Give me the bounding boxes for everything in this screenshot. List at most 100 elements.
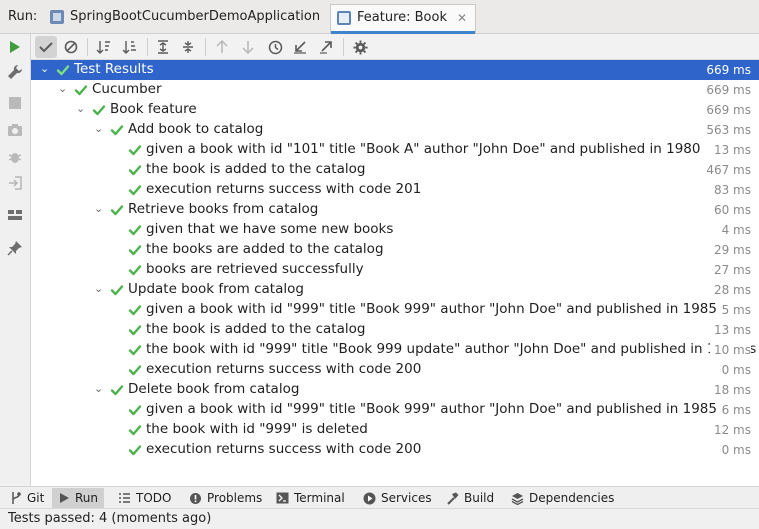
- tool-window-run[interactable]: Run: [52, 488, 105, 508]
- passed-check-icon: [92, 103, 106, 117]
- login-icon[interactable]: [4, 172, 26, 194]
- chevron-down-icon[interactable]: ⌄: [94, 282, 106, 296]
- show-passed-icon[interactable]: [35, 36, 57, 58]
- tool-window-todo[interactable]: TODO: [112, 488, 177, 508]
- node-label: execution returns success with code 200: [146, 361, 422, 377]
- duration-label: 0 ms: [717, 363, 751, 377]
- history-icon[interactable]: [264, 36, 286, 58]
- scenario-row[interactable]: ⌄ Delete book from catalog 18 ms: [31, 380, 759, 400]
- camera-icon[interactable]: [4, 119, 26, 141]
- passed-check-icon: [128, 343, 142, 357]
- sort-duration-icon[interactable]: [119, 36, 141, 58]
- show-ignored-icon[interactable]: [60, 36, 82, 58]
- node-label: Update book from catalog: [128, 281, 304, 297]
- node-label: given a book with id "101" title "Book A…: [146, 141, 701, 157]
- duration-label: 669 ms: [706, 63, 751, 77]
- close-icon[interactable]: ✕: [457, 11, 467, 25]
- node-label: books are retrieved successfully: [146, 261, 364, 277]
- scenario-row[interactable]: ⌄ Update book from catalog 28 ms: [31, 280, 759, 300]
- problems-icon: [189, 492, 202, 505]
- import-tests-icon[interactable]: [289, 36, 311, 58]
- passed-check-icon: [128, 423, 142, 437]
- tool-window-services[interactable]: Services: [357, 488, 438, 508]
- export-tests-icon[interactable]: [315, 36, 337, 58]
- duration-label: 467 ms: [702, 163, 751, 177]
- duration-label: 83 ms: [709, 183, 751, 197]
- tree-node-row[interactable]: ⌄ Cucumber 669 ms: [31, 80, 759, 100]
- node-label: Retrieve books from catalog: [128, 201, 319, 217]
- wrench-icon[interactable]: [4, 61, 26, 83]
- test-step-row[interactable]: the book is added to the catalog 13 ms: [31, 320, 759, 340]
- test-step-row[interactable]: given a book with id "999" title "Book 9…: [31, 300, 759, 320]
- tool-window-problems[interactable]: Problems: [183, 488, 268, 508]
- chevron-down-icon[interactable]: ⌄: [58, 82, 70, 96]
- collapse-all-icon[interactable]: [177, 36, 199, 58]
- sort-alpha-icon[interactable]: [93, 36, 115, 58]
- node-label: the book is added to the catalog: [146, 161, 366, 177]
- test-step-row[interactable]: books are retrieved successfully 27 ms: [31, 260, 759, 280]
- duration-label: 13 ms: [709, 323, 751, 337]
- left-toolbar: [0, 34, 31, 486]
- services-icon: [363, 492, 376, 505]
- test-step-row[interactable]: execution returns success with code 200 0…: [31, 360, 759, 380]
- tool-window-terminal[interactable]: Terminal: [270, 488, 351, 508]
- test-step-row[interactable]: given a book with id "999" title "Book 9…: [31, 400, 759, 420]
- duration-label: 18 ms: [709, 383, 751, 397]
- run-icon[interactable]: [4, 36, 26, 58]
- test-step-row[interactable]: execution returns success with code 201 8…: [31, 180, 759, 200]
- passed-check-icon: [56, 63, 70, 77]
- previous-failed-icon[interactable]: [211, 36, 233, 58]
- settings-gear-icon[interactable]: [349, 36, 371, 58]
- tab-springboot-app[interactable]: SpringBootCucumberDemoApplication ✕: [44, 4, 348, 34]
- tree-node-row[interactable]: ⌄ Book feature 669 ms: [31, 100, 759, 120]
- layout-icon[interactable]: [4, 204, 26, 226]
- status-bar: Tests passed: 4 (moments ago): [0, 508, 759, 529]
- passed-check-icon: [128, 183, 142, 197]
- duration-label: 669 ms: [702, 83, 751, 97]
- tool-window-git[interactable]: Git: [4, 488, 50, 508]
- next-failed-icon[interactable]: [237, 36, 259, 58]
- test-step-row[interactable]: given a book with id "101" title "Book A…: [31, 140, 759, 160]
- tool-window-label: Services: [381, 491, 432, 505]
- test-step-row[interactable]: execution returns success with code 200 0…: [31, 440, 759, 460]
- tool-window-build[interactable]: Build: [440, 488, 500, 508]
- terminal-icon: [276, 492, 289, 504]
- passed-check-icon: [128, 143, 142, 157]
- test-step-row[interactable]: the book with id "999" title "Book 999 u…: [31, 340, 759, 360]
- chevron-down-icon[interactable]: ⌄: [94, 382, 106, 396]
- git-branch-icon: [10, 491, 22, 505]
- dependencies-icon: [511, 492, 524, 505]
- run-icon: [58, 492, 70, 504]
- chevron-down-icon[interactable]: ⌄: [40, 62, 52, 76]
- scenario-row[interactable]: ⌄ Add book to catalog 563 ms: [31, 120, 759, 140]
- passed-check-icon: [128, 443, 142, 457]
- node-label: given that we have some new books: [146, 221, 394, 237]
- node-label: the book with id "999" title "Book 999 u…: [146, 341, 757, 357]
- duration-label: 4 ms: [717, 223, 751, 237]
- duration-label: 5 ms: [717, 303, 751, 317]
- tool-window-label: Run: [75, 491, 99, 505]
- scenario-row[interactable]: ⌄ Retrieve books from catalog 60 ms: [31, 200, 759, 220]
- tool-window-dependencies[interactable]: Dependencies: [505, 488, 620, 508]
- chevron-down-icon[interactable]: ⌄: [94, 122, 106, 136]
- test-step-row[interactable]: the book is added to the catalog 467 ms: [31, 160, 759, 180]
- chevron-down-icon[interactable]: ⌄: [94, 202, 106, 216]
- node-label: Cucumber: [92, 81, 162, 97]
- test-step-row[interactable]: the books are added to the catalog 29 ms: [31, 240, 759, 260]
- passed-check-icon: [110, 123, 124, 137]
- test-step-row[interactable]: the book with id "999" is deleted 12 ms: [31, 420, 759, 440]
- node-label: execution returns success with code 200: [146, 441, 422, 457]
- passed-check-icon: [128, 223, 142, 237]
- pin-icon[interactable]: [4, 237, 26, 259]
- tab-feature-book[interactable]: Feature: Book ✕: [330, 4, 477, 34]
- passed-check-icon: [74, 83, 88, 97]
- tab-label: SpringBootCucumberDemoApplication: [70, 9, 321, 24]
- test-step-row[interactable]: given that we have some new books 4 ms: [31, 220, 759, 240]
- tree-node-row[interactable]: ⌄ Test Results 669 ms: [31, 60, 759, 80]
- stop-icon[interactable]: [4, 92, 26, 114]
- chevron-down-icon[interactable]: ⌄: [76, 102, 88, 116]
- passed-check-icon: [128, 403, 142, 417]
- bug-icon[interactable]: [4, 146, 26, 168]
- expand-all-icon[interactable]: [152, 36, 174, 58]
- test-tree-toolbar: [31, 34, 759, 60]
